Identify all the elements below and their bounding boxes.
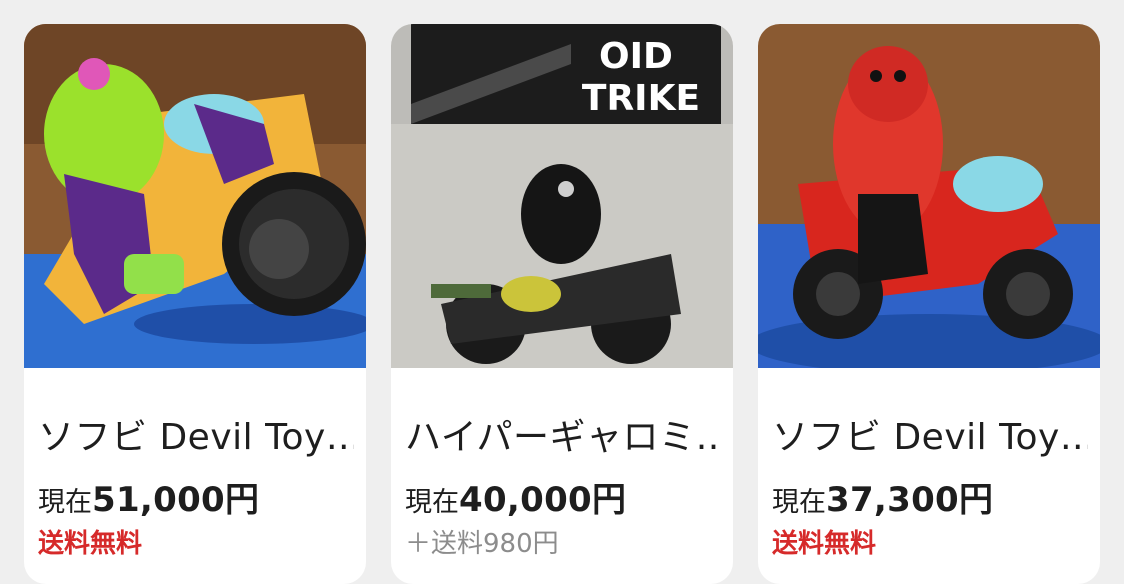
price-label: 現在 [38,487,92,518]
product-thumbnail[interactable] [24,24,366,368]
toy-figure-image [24,24,366,368]
price-value: 37,300円 [826,480,994,520]
product-title[interactable]: ハイパーギャロミ… [405,416,721,460]
shipping-text: 送料無料 [38,529,143,559]
product-card[interactable]: ソフビ Devil Toy… 現在 37,300円 送料無料 [758,24,1100,584]
price-value: 51,000円 [92,480,260,520]
product-title[interactable]: ソフビ Devil Toy… [38,416,354,460]
product-card[interactable]: ソフビ Devil Toy… 現在 51,000円 送料無料 [24,24,366,584]
product-title[interactable]: ソフビ Devil Toy… [772,416,1088,460]
price-value: 40,000円 [459,480,627,520]
price-row: 現在 51,000円 [38,472,354,521]
svg-text:OID: OID [599,36,673,77]
shipping-text: ＋送料980円 [405,529,559,559]
product-info: ソフビ Devil Toy… 現在 37,300円 送料無料 [772,416,1088,559]
product-thumbnail[interactable] [758,24,1100,368]
price-label: 現在 [772,487,826,518]
price-label: 現在 [405,487,459,518]
shipping-text: 送料無料 [772,529,877,559]
toy-figure-image: OID TRIKE [391,24,733,368]
price-row: 現在 40,000円 [405,472,721,521]
product-thumbnail[interactable]: OID TRIKE [391,24,733,368]
toy-figure-image [758,24,1100,368]
price-row: 現在 37,300円 [772,472,1088,521]
svg-text:TRIKE: TRIKE [582,78,700,119]
product-info: ソフビ Devil Toy… 現在 51,000円 送料無料 [38,416,354,559]
product-info: ハイパーギャロミ… 現在 40,000円 ＋送料980円 [405,416,721,559]
product-card[interactable]: OID TRIKE ハイパーギャロミ… 現在 40,000円 ＋送料980円 [391,24,733,584]
product-grid: ソフビ Devil Toy… 現在 51,000円 送料無料 OID TRIKE [0,0,1124,584]
